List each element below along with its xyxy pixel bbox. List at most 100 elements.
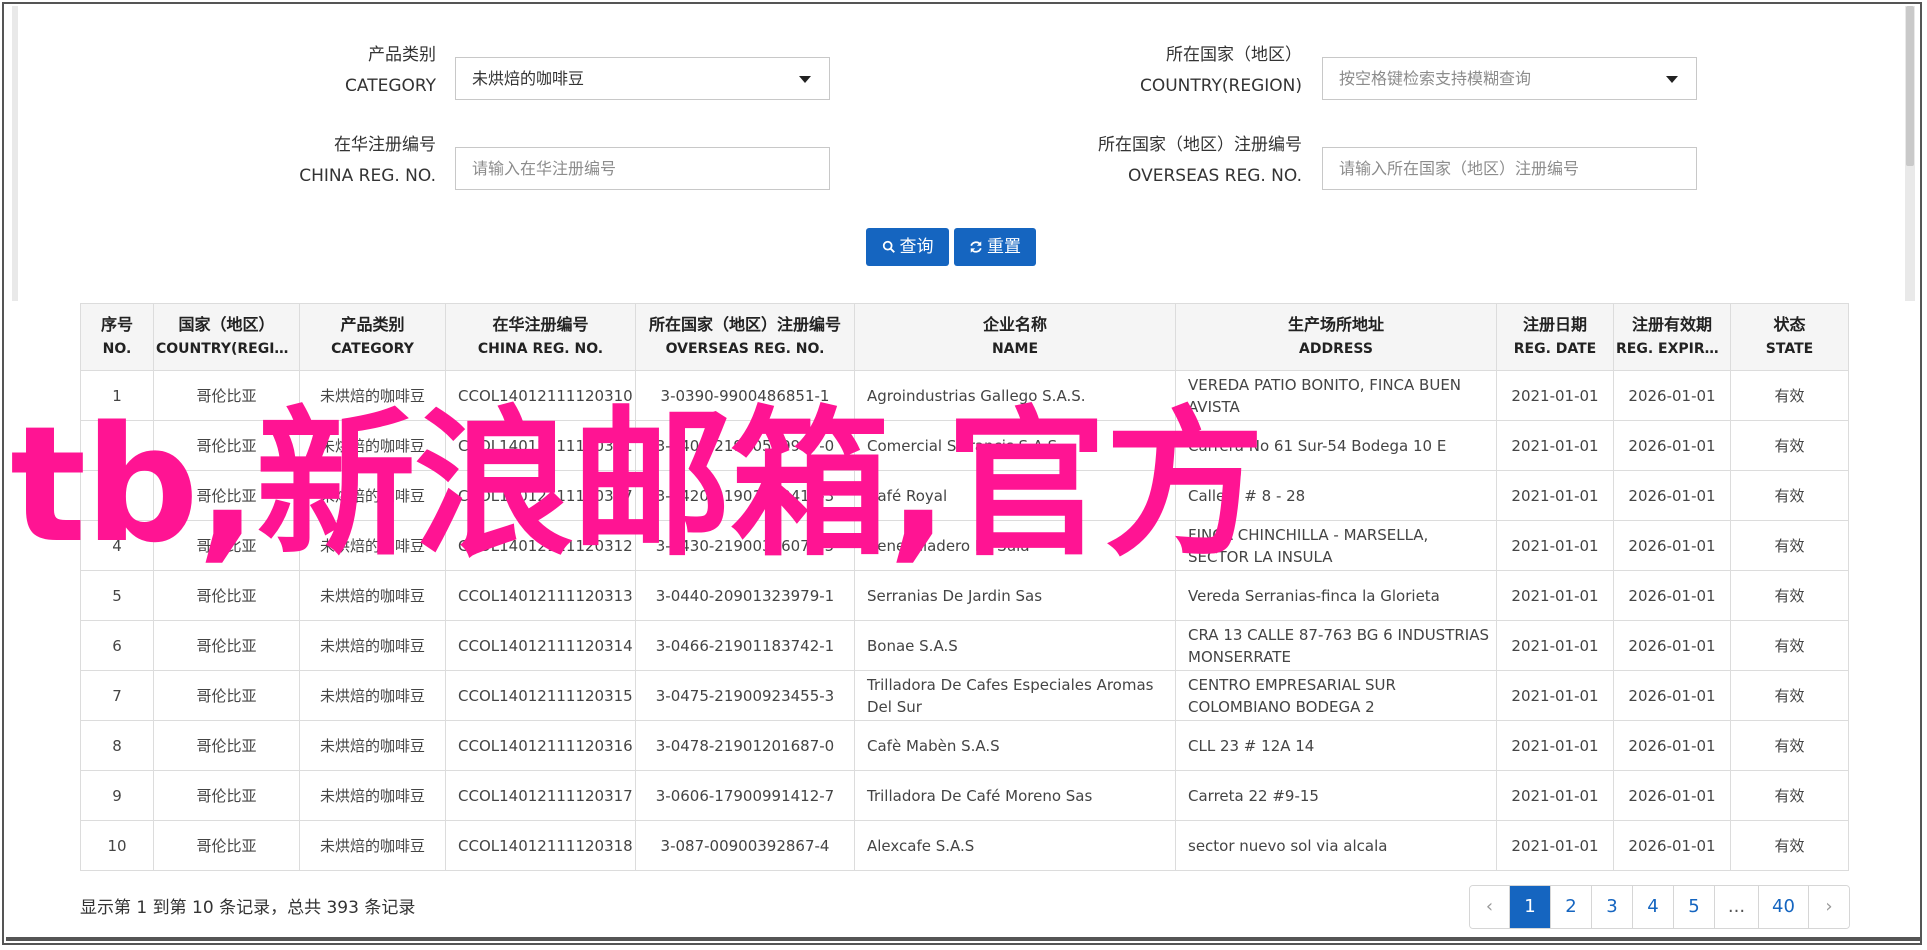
search-button-label: 查询 bbox=[899, 237, 934, 257]
page-button[interactable]: 3 bbox=[1592, 886, 1633, 928]
reset-button[interactable]: 重置 bbox=[954, 228, 1036, 266]
row-number: 10 bbox=[80, 820, 154, 871]
page-button[interactable]: 4 bbox=[1633, 886, 1674, 928]
reg-date-cell: 2021-01-01 bbox=[1496, 470, 1614, 521]
expire-date-cell: 2026-01-01 bbox=[1613, 370, 1731, 421]
column-header-en: REG. DATE bbox=[1513, 341, 1597, 357]
page-ellipsis: ... bbox=[1715, 886, 1759, 928]
refresh-icon bbox=[970, 241, 982, 253]
results-table: 序号 NO. 国家（地区） COUNTRY(REGIO... 产品类别 CATEGORY 在… bbox=[80, 303, 1849, 871]
column-header: 产品类别 CATEGORY bbox=[299, 303, 446, 371]
column-header: 生产场所地址 ADDRESS bbox=[1175, 303, 1497, 371]
chevron-down-icon bbox=[799, 76, 811, 83]
table-row: 5 哥伦比亚 未烘焙的咖啡豆 CCOL14012111120313 3-0440-209… bbox=[80, 570, 1849, 621]
bottom-border bbox=[6, 937, 1920, 941]
country-label-cn: 所在国家（地区） bbox=[1166, 45, 1302, 65]
overlay-text: tb,新浪邮箱,官方 bbox=[10, 391, 1265, 578]
column-header-cn: 注册日期 bbox=[1522, 315, 1587, 334]
page-button[interactable]: 40 bbox=[1759, 886, 1809, 928]
address-cell: Vereda Serranias-finca la Glorieta bbox=[1175, 570, 1497, 621]
china-reg-input[interactable]: 请输入在华注册编号 bbox=[455, 147, 830, 190]
category-cell: 未烘焙的咖啡豆 bbox=[299, 620, 446, 671]
country-cell: 哥伦比亚 bbox=[153, 670, 300, 721]
overseas-reg-cell: 3-0466-21901183742-1 bbox=[635, 620, 855, 671]
company-name-cell: Bonae S.A.S bbox=[854, 620, 1176, 671]
reg-date-cell: 2021-01-01 bbox=[1496, 570, 1614, 621]
reset-button-label: 重置 bbox=[987, 237, 1021, 257]
address-cell: CLL 23 # 12A 14 bbox=[1175, 720, 1497, 771]
column-header-en: ADDRESS bbox=[1299, 341, 1373, 357]
expire-date-cell: 2026-01-01 bbox=[1613, 470, 1731, 521]
country-cell: 哥伦比亚 bbox=[153, 620, 300, 671]
table-row: 10 哥伦比亚 未烘焙的咖啡豆 CCOL14012111120318 3-087-009… bbox=[80, 820, 1849, 871]
expire-date-cell: 2026-01-01 bbox=[1613, 620, 1731, 671]
category-select[interactable]: 未烘焙的咖啡豆 bbox=[455, 57, 830, 100]
next-page-button[interactable]: › bbox=[1809, 886, 1849, 928]
column-header-en: NO. bbox=[102, 341, 132, 357]
prev-page-button[interactable]: ‹ bbox=[1470, 886, 1510, 928]
reg-date-cell: 2021-01-01 bbox=[1496, 520, 1614, 571]
china-reg-cell: CCOL14012111120314 bbox=[445, 620, 636, 671]
overseas-reg-placeholder: 请输入所在国家（地区）注册编号 bbox=[1339, 159, 1580, 178]
page-button[interactable]: 2 bbox=[1551, 886, 1592, 928]
column-header-en: STATE bbox=[1765, 341, 1814, 357]
reg-date-cell: 2021-01-01 bbox=[1496, 720, 1614, 771]
china-reg-label-en: CHINA REG. NO. bbox=[299, 166, 436, 186]
column-header: 注册有效期 REG. EXPIRE ... bbox=[1613, 303, 1731, 371]
china-reg-cell: CCOL14012111120316 bbox=[445, 720, 636, 771]
column-header-cn: 序号 bbox=[100, 315, 133, 334]
table-row: 8 哥伦比亚 未烘焙的咖啡豆 CCOL14012111120316 3-0478-219… bbox=[80, 720, 1849, 771]
page-button[interactable]: 1 bbox=[1510, 886, 1551, 928]
china-reg-label-cn: 在华注册编号 bbox=[334, 135, 436, 155]
overseas-reg-label: 所在国家（地区）注册编号 OVERSEAS REG. NO. bbox=[1040, 130, 1302, 192]
chevron-down-icon bbox=[1666, 76, 1678, 83]
overseas-reg-cell: 3-087-00900392867-4 bbox=[635, 820, 855, 871]
row-number: 7 bbox=[80, 670, 154, 721]
country-cell: 哥伦比亚 bbox=[153, 770, 300, 821]
row-number: 6 bbox=[80, 620, 154, 671]
china-reg-placeholder: 请输入在华注册编号 bbox=[472, 159, 617, 178]
scrollbar[interactable] bbox=[1905, 6, 1915, 301]
company-name-cell: Cafè Mabèn S.A.S bbox=[854, 720, 1176, 771]
overseas-reg-cell: 3-0478-21901201687-0 bbox=[635, 720, 855, 771]
expire-date-cell: 2026-01-01 bbox=[1613, 820, 1731, 871]
column-header-en: NAME bbox=[991, 341, 1039, 357]
table-row: 9 哥伦比亚 未烘焙的咖啡豆 CCOL14012111120317 3-0606-179… bbox=[80, 770, 1849, 821]
left-edge-strip bbox=[12, 6, 18, 301]
search-button[interactable]: 查询 bbox=[866, 228, 949, 266]
category-cell: 未烘焙的咖啡豆 bbox=[299, 770, 446, 821]
address-cell: sector nuevo sol via alcala bbox=[1175, 820, 1497, 871]
column-header-cn: 所在国家（地区）注册编号 bbox=[648, 315, 841, 334]
column-header-en: REG. EXPIRE ... bbox=[1616, 341, 1730, 357]
column-header-cn: 产品类别 bbox=[340, 315, 405, 334]
status-cell: 有效 bbox=[1730, 470, 1849, 521]
status-cell: 有效 bbox=[1730, 420, 1849, 471]
column-header-cn: 状态 bbox=[1773, 315, 1806, 334]
expire-date-cell: 2026-01-01 bbox=[1613, 520, 1731, 571]
address-cell: CENTRO EMPRESARIAL SUR COLOMBIANO BODEGA… bbox=[1175, 670, 1497, 721]
table-row: 6 哥伦比亚 未烘焙的咖啡豆 CCOL14012111120314 3-0466-219… bbox=[80, 620, 1849, 671]
reg-date-cell: 2021-01-01 bbox=[1496, 370, 1614, 421]
row-number: 9 bbox=[80, 770, 154, 821]
page-button[interactable]: 5 bbox=[1674, 886, 1715, 928]
company-name-cell: Trilladora De Café Moreno Sas bbox=[854, 770, 1176, 821]
column-header-cn: 企业名称 bbox=[982, 315, 1047, 334]
overseas-reg-input[interactable]: 请输入所在国家（地区）注册编号 bbox=[1322, 147, 1697, 190]
country-select[interactable]: 按空格键检索支持模糊查询 bbox=[1322, 57, 1697, 100]
status-cell: 有效 bbox=[1730, 720, 1849, 771]
column-header-en: OVERSEAS REG. NO. bbox=[665, 341, 825, 357]
status-cell: 有效 bbox=[1730, 520, 1849, 571]
reg-date-cell: 2021-01-01 bbox=[1496, 420, 1614, 471]
column-header-cn: 注册有效期 bbox=[1631, 315, 1712, 334]
scrollbar-thumb[interactable] bbox=[1906, 6, 1914, 166]
overseas-reg-cell: 3-0475-21900923455-3 bbox=[635, 670, 855, 721]
table-header-row: 序号 NO. 国家（地区） COUNTRY(REGIO... 产品类别 CATEGORY 在… bbox=[80, 303, 1849, 371]
column-header-cn: 在华注册编号 bbox=[492, 315, 589, 334]
column-header: 企业名称 NAME bbox=[854, 303, 1176, 371]
column-header: 所在国家（地区）注册编号 OVERSEAS REG. NO. bbox=[635, 303, 855, 371]
column-header: 注册日期 REG. DATE bbox=[1496, 303, 1614, 371]
overseas-reg-cell: 3-0606-17900991412-7 bbox=[635, 770, 855, 821]
category-cell: 未烘焙的咖啡豆 bbox=[299, 820, 446, 871]
column-header: 序号 NO. bbox=[80, 303, 154, 371]
expire-date-cell: 2026-01-01 bbox=[1613, 570, 1731, 621]
